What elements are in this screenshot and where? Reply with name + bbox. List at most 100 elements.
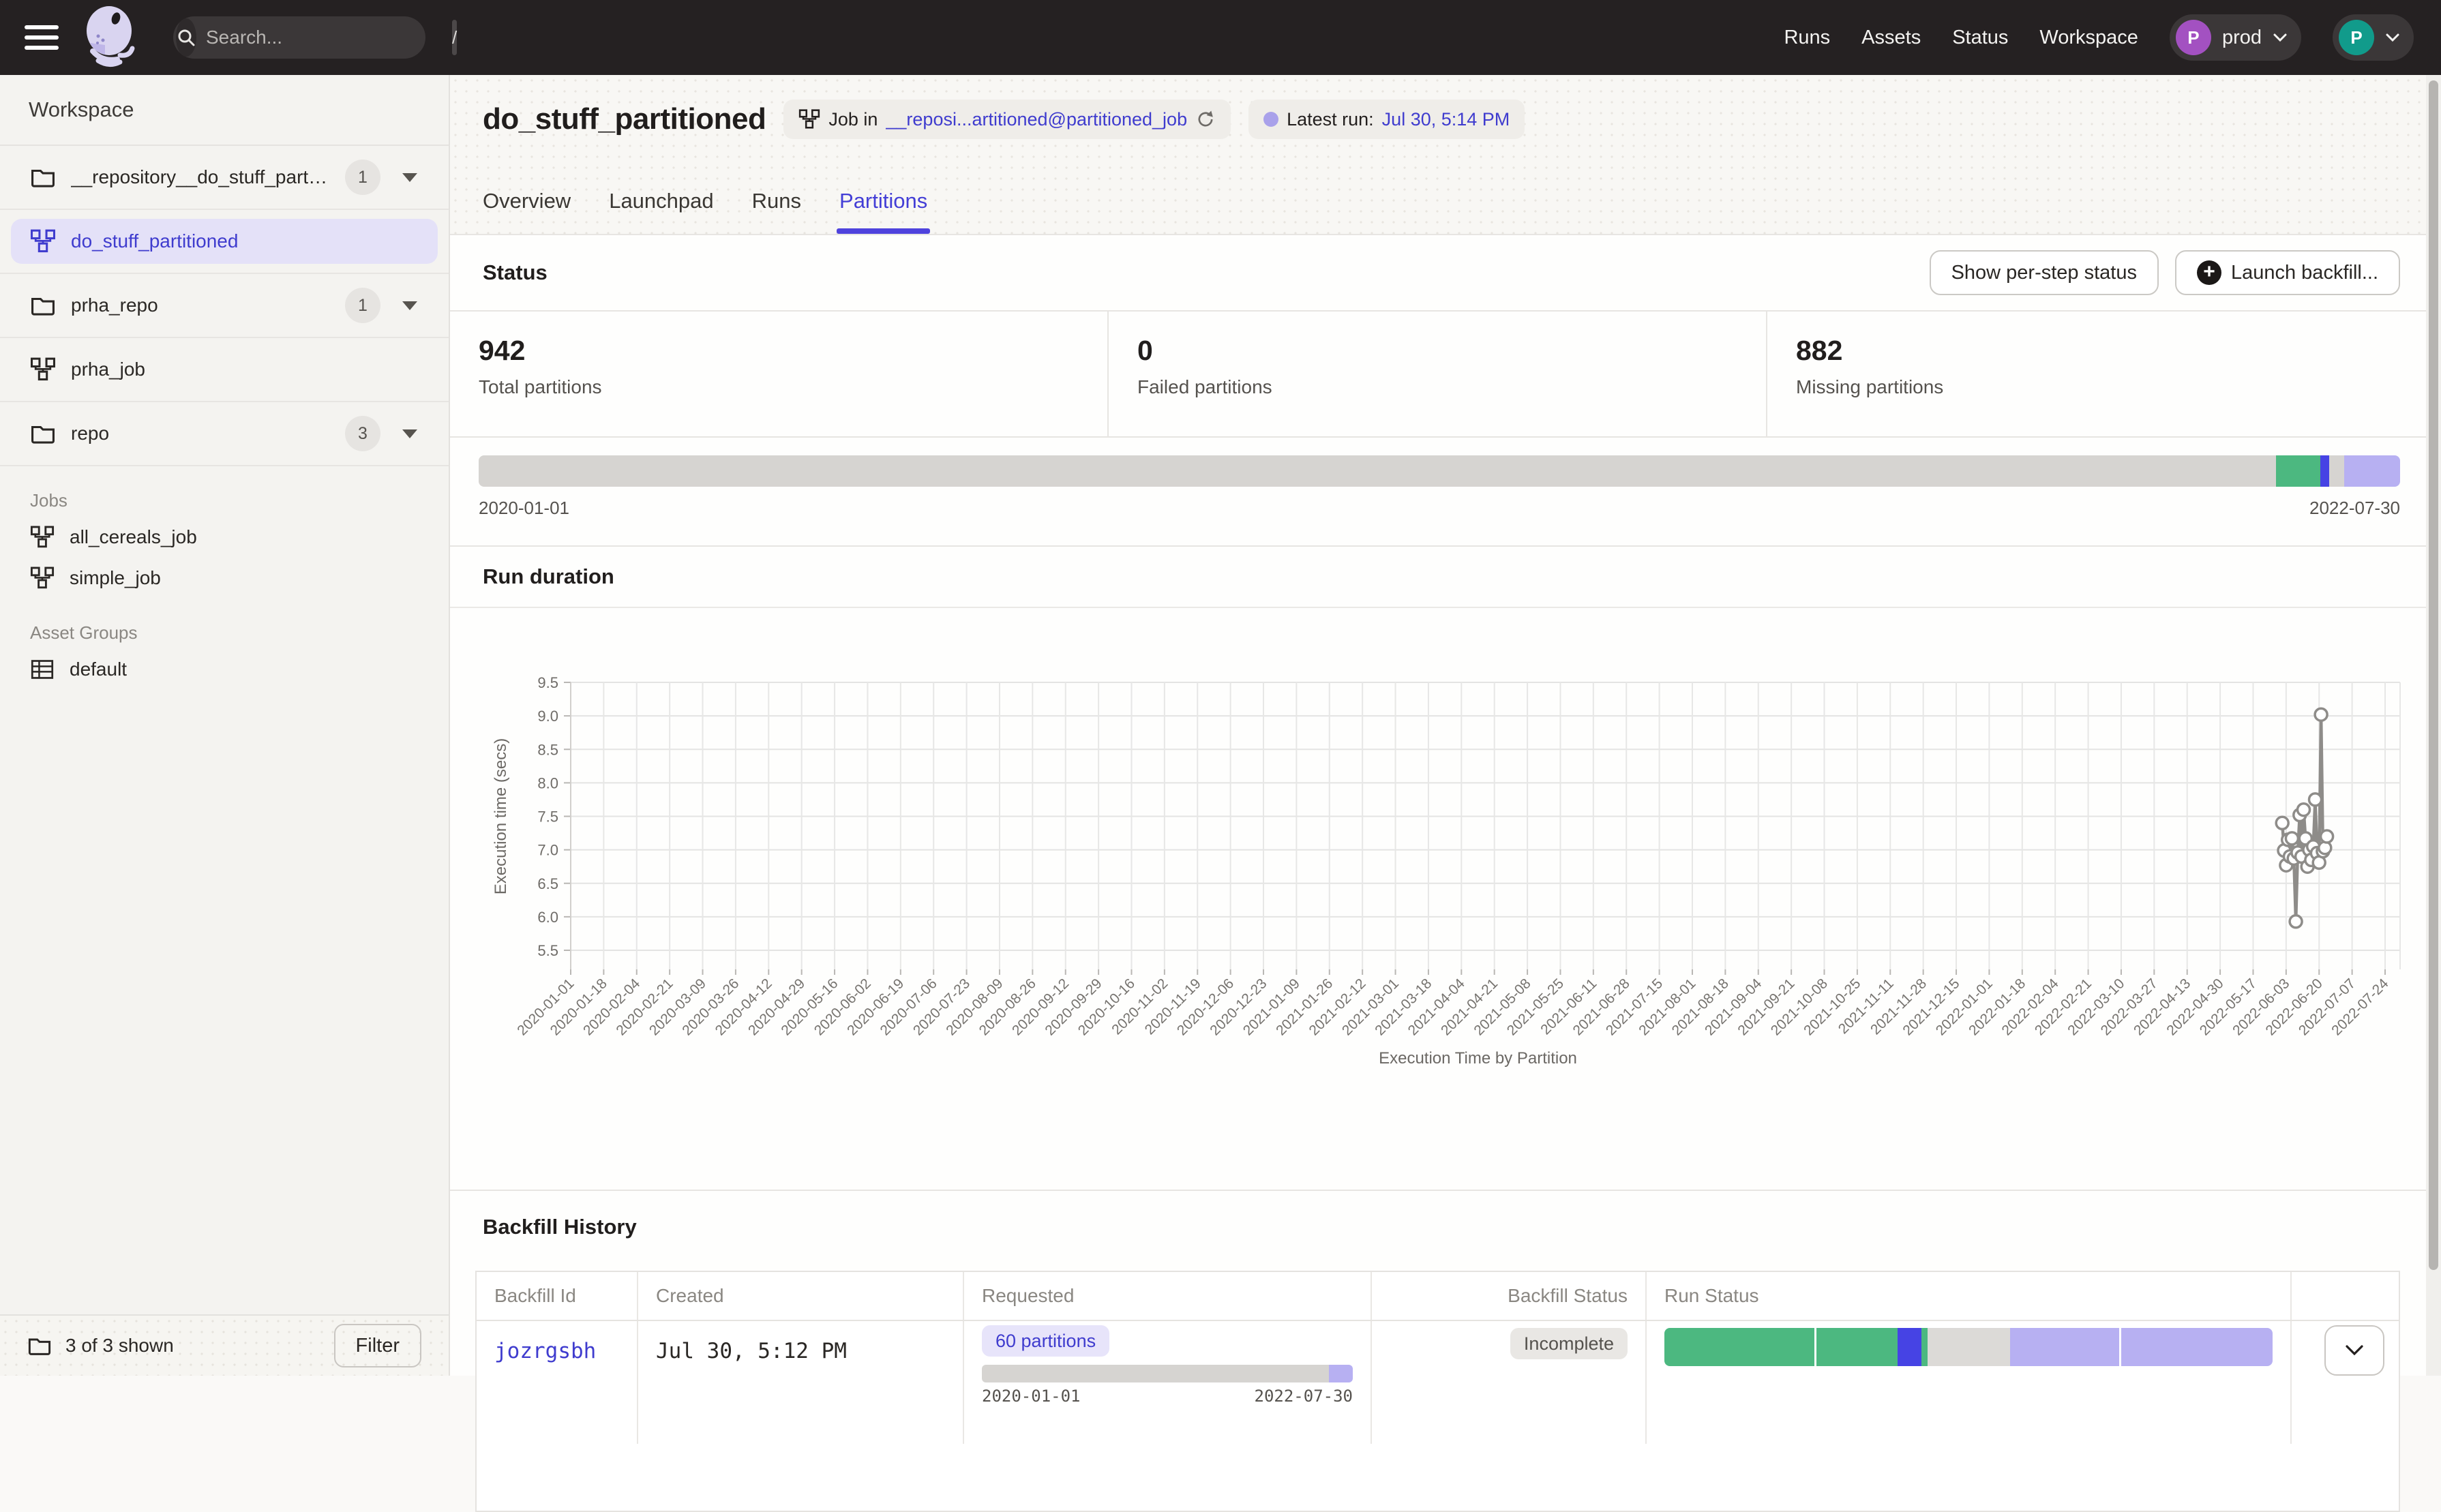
backfill-history-title: Backfill History [450, 1191, 2441, 1262]
chevron-down-icon [2344, 1344, 2365, 1357]
svg-text:7.0: 7.0 [537, 842, 558, 859]
global-search: / [173, 16, 425, 59]
job-icon [30, 566, 55, 590]
asset-groups-section-label: Asset Groups [0, 616, 449, 649]
show-per-step-status-button[interactable]: Show per-step status [1930, 250, 2159, 295]
folder-icon [30, 421, 56, 446]
svg-text:8.0: 8.0 [537, 774, 558, 791]
chevron-down-icon [2273, 33, 2288, 42]
tab-partitions[interactable]: Partitions [839, 183, 927, 234]
tab-overview[interactable]: Overview [483, 183, 571, 234]
caret-down-icon[interactable] [402, 301, 417, 310]
folder-icon [30, 293, 56, 318]
stat-failed-partitions: 0 Failed partitions [1107, 312, 1766, 436]
stat-label: Total partitions [479, 376, 1107, 398]
column-header-backfill-status: Backfill Status [1372, 1272, 1647, 1320]
page-scrollbar [2426, 75, 2441, 1376]
table-row: jozrgsbh Jul 30, 5:12 PM 60 partitions 2… [477, 1321, 2399, 1444]
sidebar-item-label: prha_job [71, 359, 145, 380]
dagster-logo-icon[interactable] [78, 3, 143, 72]
svg-text:6.5: 6.5 [537, 875, 558, 892]
latest-run-link[interactable]: Jul 30, 5:14 PM [1382, 109, 1510, 130]
chevron-down-icon [2385, 33, 2400, 42]
hamburger-menu-icon[interactable] [25, 19, 59, 56]
nav-workspace[interactable]: Workspace [2039, 27, 2138, 49]
sidebar-item-default-asset-group[interactable]: default [0, 649, 449, 690]
main-content: do_stuff_partitioned Job in __reposi...a… [450, 75, 2441, 1376]
row-actions-cell [2292, 1321, 2399, 1444]
column-header-run-status: Run Status [1647, 1272, 2292, 1320]
sidebar-item-repo[interactable]: repo 3 [0, 402, 449, 466]
scrollbar-thumb[interactable] [2429, 80, 2438, 1270]
bar-segment [1921, 1328, 1928, 1366]
bar-segment [479, 455, 2276, 487]
reload-icon[interactable] [1195, 109, 1216, 130]
bar-segment [1664, 1328, 1814, 1366]
svg-text:6.0: 6.0 [537, 909, 558, 926]
sidebar-item-simple-job[interactable]: simple_job [0, 558, 449, 599]
svg-text:7.5: 7.5 [537, 808, 558, 826]
expand-row-button[interactable] [2324, 1325, 2384, 1376]
requested-partitions-chip[interactable]: 60 partitions [982, 1325, 1109, 1357]
nav-runs[interactable]: Runs [1784, 27, 1830, 49]
svg-text:9.5: 9.5 [537, 674, 558, 691]
stat-value: 0 [1137, 335, 1766, 367]
caret-down-icon[interactable] [402, 173, 417, 182]
run-duration-section: Run duration 9.59.08.58.07.57.06.56.05.5… [450, 545, 2441, 1190]
execution-time-chart: 9.59.08.58.07.57.06.56.05.52020-01-01202… [470, 608, 2421, 1085]
backfill-id-link[interactable]: jozrgsbh [477, 1321, 638, 1444]
sidebar-item-do-stuff-partitioned[interactable]: do_stuff_partitioned [0, 210, 449, 274]
requested-range-end: 2022-07-30 [1255, 1387, 1353, 1406]
latest-run-pill: Latest run: Jul 30, 5:14 PM [1248, 100, 1525, 139]
folder-icon [30, 165, 56, 190]
stat-value: 882 [1796, 335, 2441, 367]
tab-launchpad[interactable]: Launchpad [609, 183, 713, 234]
column-header-backfill-id: Backfill Id [477, 1272, 638, 1320]
caret-down-icon[interactable] [402, 429, 417, 438]
nav-status[interactable]: Status [1952, 27, 2008, 49]
bar-segment [1816, 1328, 1898, 1366]
top-navigation-bar: / Runs Assets Status Workspace P prod P [0, 0, 2441, 75]
sidebar-item-all-cereals-job[interactable]: all_cereals_job [0, 517, 449, 558]
partition-status-bar[interactable] [479, 455, 2400, 487]
svg-text:9.0: 9.0 [537, 708, 558, 725]
bar-segment [2329, 455, 2345, 487]
partition-status-section: Status Show per-step status + Launch bac… [450, 235, 2441, 545]
backfill-history-section: Backfill History Backfill Id Created Req… [450, 1190, 2441, 1376]
run-status-bar[interactable] [1664, 1328, 2273, 1366]
sidebar-item-repository[interactable]: __repository__do_stuff_partitio... 1 [0, 146, 449, 210]
latest-run-label: Latest run: [1287, 109, 1374, 130]
workspace-sidebar: Workspace __repository__do_stuff_partiti… [0, 75, 450, 1376]
bar-segment [1928, 1328, 2009, 1366]
table-header-row: Backfill Id Created Requested Backfill S… [477, 1272, 2399, 1321]
nav-assets[interactable]: Assets [1861, 27, 1921, 49]
tab-runs[interactable]: Runs [752, 183, 801, 234]
partition-range-end: 2022-07-30 [2309, 498, 2400, 519]
stat-value: 942 [479, 335, 1107, 367]
sidebar-item-prha-job[interactable]: prha_job [0, 338, 449, 402]
job-origin-prefix: Job in [828, 109, 878, 130]
requested-range-start: 2020-01-01 [982, 1387, 1081, 1406]
job-icon [30, 526, 55, 549]
user-menu[interactable]: P [2333, 14, 2414, 61]
stat-label: Missing partitions [1796, 376, 2441, 398]
launch-backfill-button[interactable]: + Launch backfill... [2175, 250, 2400, 295]
count-badge: 3 [345, 416, 380, 451]
partition-range-start: 2020-01-01 [479, 498, 569, 519]
search-input[interactable] [206, 27, 452, 48]
sidebar-title: Workspace [0, 75, 449, 146]
run-duration-title: Run duration [450, 547, 2441, 608]
folder-icon [27, 1334, 52, 1357]
status-section-title: Status [483, 260, 548, 285]
sidebar-item-label: do_stuff_partitioned [71, 230, 238, 252]
search-icon [176, 18, 196, 57]
launch-backfill-label: Launch backfill... [2231, 262, 2378, 284]
sidebar-item-label: simple_job [70, 567, 161, 589]
job-header: do_stuff_partitioned Job in __reposi...a… [450, 75, 2441, 235]
sidebar-item-prha-repo[interactable]: prha_repo 1 [0, 274, 449, 338]
sidebar-item-label: __repository__do_stuff_partitio... [71, 166, 330, 188]
job-origin-link[interactable]: __reposi...artitioned@partitioned_job [886, 109, 1187, 130]
deployment-switcher[interactable]: P prod [2170, 14, 2301, 61]
sidebar-item-label: all_cereals_job [70, 526, 197, 548]
filter-button[interactable]: Filter [334, 1324, 421, 1367]
